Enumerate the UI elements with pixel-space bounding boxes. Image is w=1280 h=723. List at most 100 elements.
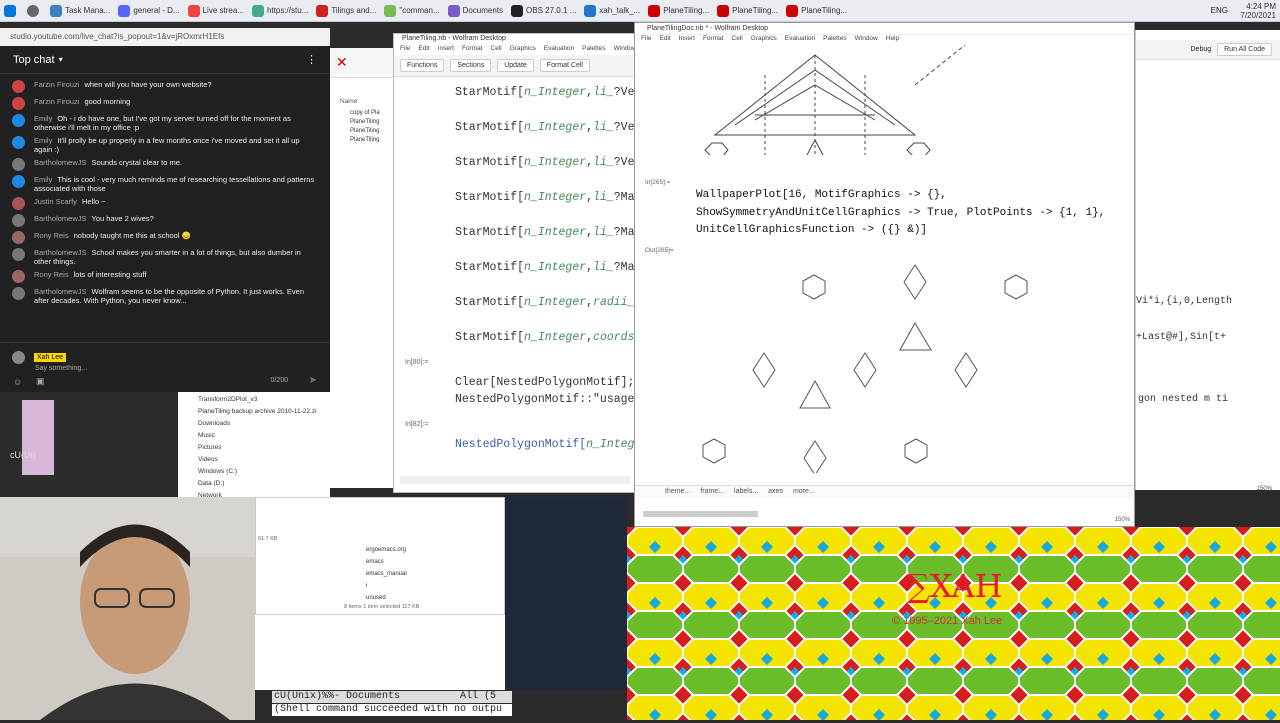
code-line-3[interactable]: UnitCellGraphicsFunction -> ({} &)]: [696, 222, 927, 239]
nav-item[interactable]: Music: [198, 430, 330, 442]
chat-input[interactable]: Say something...: [35, 365, 87, 372]
chevron-down-icon[interactable]: ▾: [59, 55, 63, 64]
menu-item[interactable]: Window: [855, 35, 878, 45]
taskbar-item[interactable]: OBS 27.0.1 ...: [507, 0, 580, 21]
menu-item[interactable]: Evaluation: [544, 45, 574, 55]
folder-item[interactable]: ergoemacs.org: [366, 544, 504, 556]
nav-item[interactable]: Network: [198, 490, 330, 497]
start-icon[interactable]: [0, 0, 23, 21]
code-line-2[interactable]: ShowSymmetryAndUnitCellGraphics -> True,…: [696, 205, 1105, 222]
nav-item[interactable]: PlaneTiling backup archive 2010-11-22.zi: [198, 406, 330, 418]
run-all-button[interactable]: Run All Code: [1217, 43, 1272, 56]
chat-message[interactable]: Emily Oh - i do have one, but I've got my…: [0, 112, 330, 134]
code-clear[interactable]: Clear[NestedPolygonMotif];: [455, 376, 634, 389]
taskbar-item[interactable]: PlaneTiling...: [644, 0, 713, 21]
suggestion-item[interactable]: theme...: [665, 488, 690, 497]
taskbar-item[interactable]: Live strea...: [184, 0, 248, 21]
menu-item[interactable]: Graphics: [510, 45, 536, 55]
taskbar-item[interactable]: Documents: [444, 0, 507, 21]
code-line[interactable]: StarMotif[n_Integer,li_?Mat: [455, 226, 641, 239]
taskbar-item[interactable]: https://stu...: [248, 0, 312, 21]
chat-message[interactable]: Emily This is cool - very much reminds me…: [0, 173, 330, 195]
menu-item[interactable]: Palettes: [582, 45, 606, 55]
code-line[interactable]: StarMotif[n_Integer,coords_: [455, 331, 641, 344]
menu-item[interactable]: Evaluation: [785, 35, 815, 45]
menu-item[interactable]: Cell: [491, 45, 502, 55]
search-icon[interactable]: [23, 0, 46, 21]
taskbar-item[interactable]: PlaneTiling...: [713, 0, 782, 21]
toolbar-button[interactable]: Functions: [400, 59, 445, 72]
suggestion-item[interactable]: more...: [793, 488, 815, 497]
h-scrollbar[interactable]: [400, 476, 630, 484]
nav-item[interactable]: Windows (C:): [198, 466, 330, 478]
chat-message[interactable]: Rony Reis nobody taught me this at school…: [0, 229, 330, 246]
nav-item[interactable]: Downloads: [198, 418, 330, 430]
wallpaper-plot-output[interactable]: [695, 253, 1095, 473]
code-line[interactable]: StarMotif[n_Integer,li_?Mat: [455, 191, 641, 204]
url-bar[interactable]: studio.youtube.com/live_chat?is_popout=1…: [0, 28, 330, 46]
chat-message[interactable]: BartholomewJS You have 2 wives?: [0, 212, 330, 229]
emoji-icon[interactable]: ☺: [13, 377, 22, 387]
chat-message[interactable]: Emily It'll prolly be up properly in a fe…: [0, 134, 330, 156]
lang-indicator[interactable]: ENG: [1211, 6, 1228, 15]
send-icon[interactable]: ➤: [309, 375, 317, 386]
menu-item[interactable]: File: [641, 35, 651, 45]
folder-item[interactable]: unused: [366, 592, 504, 604]
taskbar-item[interactable]: general - D...: [114, 0, 183, 21]
zoom-level[interactable]: 150%: [1257, 486, 1272, 492]
chat-message[interactable]: Justin Scarfy Hello ~: [0, 195, 330, 212]
chat-message[interactable]: Rony Reis lots of interesting stuff: [0, 268, 330, 285]
name-header[interactable]: Name: [330, 78, 401, 105]
chat-title[interactable]: Top chat: [13, 54, 55, 66]
h-scrollbar[interactable]: [643, 511, 758, 517]
menu-item[interactable]: Edit: [418, 45, 429, 55]
chat-message[interactable]: Farzin Firouzi good morning: [0, 95, 330, 112]
code-nested[interactable]: NestedPolygonMotif[n_Integer: [455, 438, 648, 451]
code-line[interactable]: StarMotif[n_Integer,li_?Vec: [455, 156, 641, 169]
menu-item[interactable]: Format: [703, 35, 724, 45]
code-line[interactable]: StarMotif[n_Integer,li_?Vec: [455, 86, 641, 99]
code-line[interactable]: StarMotif[n_Integer,radii_?: [455, 296, 641, 309]
nav-item[interactable]: Videos: [198, 454, 330, 466]
code-usage[interactable]: NestedPolygonMotif::"usage"=: [455, 393, 648, 406]
suggestion-item[interactable]: axes: [768, 488, 783, 497]
money-icon[interactable]: ▣: [36, 376, 45, 387]
emacs-buffer[interactable]: [255, 615, 505, 690]
code-line[interactable]: StarMotif[n_Integer,li_?Mat: [455, 261, 641, 274]
menu-item[interactable]: Format: [462, 45, 483, 55]
folder-item[interactable]: emacs_manual: [366, 568, 504, 580]
suggestion-item[interactable]: frame...: [700, 488, 724, 497]
delete-icon[interactable]: ✕: [336, 54, 348, 77]
taskbar-item[interactable]: Task Mana...: [46, 0, 114, 21]
zoom-level[interactable]: 150%: [1115, 517, 1130, 523]
menu-item[interactable]: Cell: [732, 35, 743, 45]
folder-item[interactable]: i: [366, 580, 504, 592]
chat-message[interactable]: BartholomewJS Sounds crystal clear to me.: [0, 156, 330, 173]
code-line[interactable]: StarMotif[n_Integer,li_?Vec: [455, 121, 641, 134]
toolbar-button[interactable]: Update: [497, 59, 534, 72]
chat-message[interactable]: Farzin Firouzi when will you have your ow…: [0, 78, 330, 95]
nav-item[interactable]: Pictures: [198, 442, 330, 454]
menu-item[interactable]: Graphics: [751, 35, 777, 45]
debug-checkbox[interactable]: Debug: [1191, 46, 1212, 53]
toolbar-button[interactable]: Format Cell: [539, 59, 590, 72]
nav-item[interactable]: Data (D:): [198, 478, 330, 490]
menu-item[interactable]: Palettes: [823, 35, 847, 45]
nav-item[interactable]: Transform2DPlot_v3: [198, 394, 330, 406]
toolbar-button[interactable]: Sections: [450, 59, 492, 72]
code-line-1[interactable]: WallpaperPlot[16, MotifGraphics -> {},: [696, 187, 947, 204]
taskbar-item[interactable]: Tilings and...: [312, 0, 380, 21]
taskbar-item[interactable]: PlaneTiling...: [782, 0, 851, 21]
chat-message[interactable]: BartholomewJS Wolfram seems to be the opp…: [0, 285, 330, 307]
clock[interactable]: 4:24 PM 7/20/2021: [1240, 2, 1276, 20]
more-vert-icon[interactable]: ⋮: [306, 53, 317, 66]
menu-item[interactable]: Insert: [679, 35, 695, 45]
menu-item[interactable]: Edit: [659, 35, 670, 45]
folder-item[interactable]: emacs: [366, 556, 504, 568]
taskbar-item[interactable]: "comman...: [380, 0, 443, 21]
suggestion-item[interactable]: labels...: [734, 488, 758, 497]
taskbar-item[interactable]: xah_talk_...: [580, 0, 644, 21]
chat-message[interactable]: BartholomewJS School makes you smarter in…: [0, 246, 330, 268]
menu-item[interactable]: Insert: [438, 45, 454, 55]
menu-item[interactable]: File: [400, 45, 410, 55]
